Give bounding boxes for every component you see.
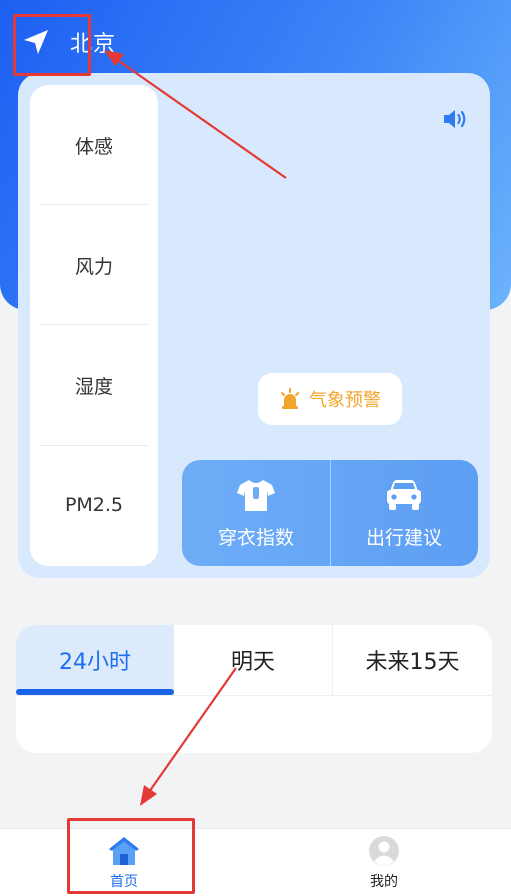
city-name[interactable]: 北京	[70, 26, 116, 58]
tab-24-hours[interactable]: 24小时	[16, 625, 174, 695]
metric-humidity: 湿度	[74, 375, 113, 398]
metrics-list: 体感 风力 湿度 PM2.5	[30, 85, 158, 566]
travel-advice-button[interactable]: 出行建议	[330, 460, 478, 566]
nav-profile[interactable]: 我的	[324, 829, 444, 896]
metric-wind: 风力	[74, 255, 113, 278]
weather-alert-button[interactable]: 气象预警	[258, 373, 402, 425]
metric-feels-like: 体感	[74, 135, 113, 158]
bottom-nav: 首页 我的	[0, 828, 511, 896]
location-bar[interactable]: 北京	[22, 22, 116, 62]
tab-15-days[interactable]: 未来15天	[333, 625, 492, 695]
tshirt-icon	[237, 479, 275, 511]
profile-avatar-icon	[369, 836, 399, 866]
home-icon	[109, 837, 139, 865]
travel-advice-label: 出行建议	[365, 526, 442, 549]
clothing-index-button[interactable]: 穿衣指数	[182, 460, 330, 566]
nav-profile-label: 我的	[370, 874, 398, 890]
warning-light-icon	[281, 388, 299, 409]
divider	[16, 695, 492, 696]
metric-pm25: PM2.5	[64, 494, 124, 516]
nav-home-label: 首页	[110, 874, 138, 890]
arrow-head-home	[140, 785, 157, 806]
weather-card: 体感 风力 湿度 PM2.5 气象预警 穿衣指数 出行建议	[18, 73, 490, 578]
tab-tomorrow[interactable]: 明天	[174, 625, 332, 695]
advice-buttons: 穿衣指数 出行建议	[182, 460, 478, 566]
speaker-icon[interactable]	[442, 107, 468, 131]
nav-home[interactable]: 首页	[64, 829, 184, 896]
weather-alert-label: 气象预警	[309, 390, 381, 411]
forecast-panel: 24小时 明天 未来15天	[16, 625, 492, 753]
clothing-index-label: 穿衣指数	[217, 526, 294, 549]
location-arrow-icon[interactable]	[22, 28, 50, 56]
car-icon	[387, 479, 421, 510]
